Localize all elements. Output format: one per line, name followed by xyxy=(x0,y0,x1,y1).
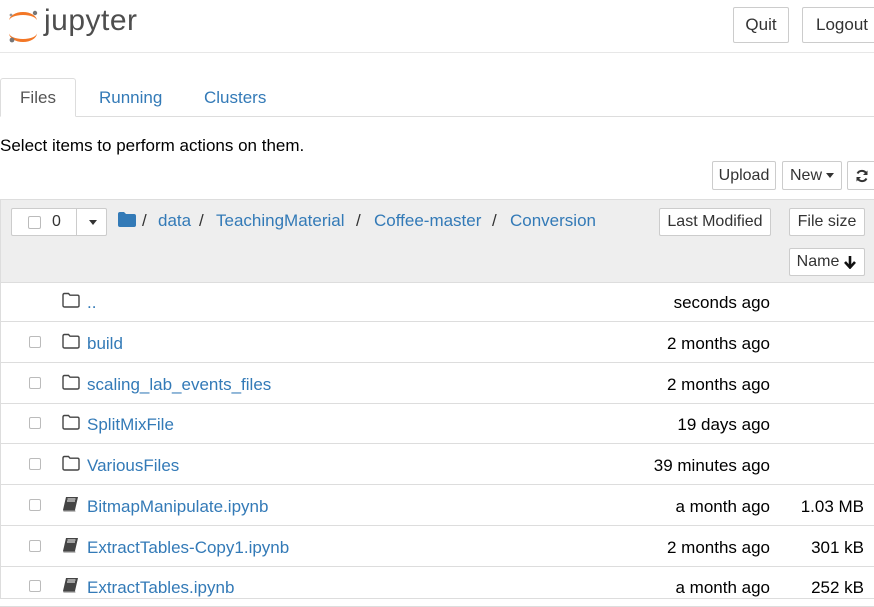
selected-count: 0 xyxy=(52,213,61,230)
upload-button[interactable]: Upload xyxy=(712,161,776,190)
item-name-link[interactable]: .. xyxy=(87,293,96,313)
item-name-link[interactable]: VariousFiles xyxy=(87,456,179,476)
quit-button[interactable]: Quit xyxy=(733,7,789,43)
chevron-down-icon xyxy=(89,219,97,225)
breadcrumb-coffee-master[interactable]: Coffee-master xyxy=(374,211,481,231)
select-dropdown-button[interactable] xyxy=(76,208,109,236)
item-checkbox[interactable] xyxy=(29,498,41,511)
folder-icon xyxy=(62,333,80,349)
list-item[interactable]: SplitMixFile 19 days ago xyxy=(0,404,874,445)
item-last-modified: a month ago xyxy=(675,496,770,516)
item-name-link[interactable]: BitmapManipulate.ipynb xyxy=(87,497,268,517)
item-last-modified: 39 minutes ago xyxy=(653,456,770,475)
tab-clusters-label: Clusters xyxy=(204,87,267,107)
tab-running[interactable]: Running xyxy=(79,78,182,117)
sort-name-button[interactable]: Name xyxy=(789,248,865,276)
tab-files[interactable]: Files xyxy=(0,78,76,117)
item-last-modified: a month ago xyxy=(675,578,770,598)
breadcrumb-separator: / xyxy=(199,211,204,230)
breadcrumb-conversion[interactable]: Conversion xyxy=(510,211,596,231)
folder-icon xyxy=(62,455,80,471)
breadcrumb-separator: / xyxy=(142,211,147,230)
new-dropdown-button[interactable]: New xyxy=(782,161,842,190)
refresh-icon xyxy=(856,169,868,182)
item-name-link[interactable]: build xyxy=(87,334,123,354)
item-file-size: 252 kB xyxy=(811,578,864,598)
list-item[interactable]: ExtractTables-Copy1.ipynb 2 months ago 301… xyxy=(0,527,874,567)
arrow-down-icon xyxy=(844,256,857,269)
logout-button[interactable]: Logout xyxy=(802,7,874,43)
item-name-link[interactable]: scaling_lab_events_files xyxy=(87,375,271,395)
folder-root-icon[interactable] xyxy=(118,212,136,227)
item-checkbox[interactable] xyxy=(29,580,41,593)
list-item[interactable]: VariousFiles 39 minutes ago xyxy=(0,445,874,485)
sort-name-label: Name xyxy=(796,253,840,270)
item-checkbox[interactable] xyxy=(29,417,41,430)
item-last-modified: 2 months ago xyxy=(666,333,770,353)
refresh-button[interactable] xyxy=(847,161,874,190)
tab-clusters[interactable]: Clusters xyxy=(184,78,286,117)
folder-icon xyxy=(62,414,80,430)
item-checkbox[interactable] xyxy=(29,335,41,348)
item-file-size: 1.03 MB xyxy=(800,496,864,516)
tab-bar-divider xyxy=(0,116,874,117)
list-item[interactable]: ExtractTables.ipynb a month ago 252 kB xyxy=(0,567,874,607)
file-list-header: 0 / data / TeachingMaterial / Coffee-mas… xyxy=(1,200,874,283)
new-label: New xyxy=(789,166,822,184)
breadcrumb-separator: / xyxy=(492,211,497,230)
sort-file-size-button[interactable]: File size xyxy=(789,208,865,236)
item-file-size: 301 kB xyxy=(811,537,864,557)
breadcrumb-data[interactable]: data xyxy=(158,211,191,231)
item-name-link[interactable]: ExtractTables.ipynb xyxy=(87,578,234,598)
item-checkbox[interactable] xyxy=(29,458,41,470)
tab-running-label: Running xyxy=(99,87,163,107)
list-item[interactable]: BitmapManipulate.ipynb a month ago 1.03 MB xyxy=(0,486,874,526)
item-last-modified: seconds ago xyxy=(673,293,770,312)
item-checkbox[interactable] xyxy=(29,376,41,389)
item-last-modified: 2 months ago xyxy=(666,374,770,394)
folder-icon xyxy=(62,374,80,390)
select-all-group: 0 xyxy=(11,208,107,236)
jupyter-logo-text: jupyter xyxy=(44,4,138,37)
item-last-modified: 19 days ago xyxy=(677,415,770,435)
list-item[interactable]: scaling_lab_events_files 2 months ago xyxy=(0,364,874,404)
breadcrumb-separator: / xyxy=(356,211,361,230)
item-last-modified: 2 months ago xyxy=(666,537,770,557)
instructions-text: Select items to perform actions on them. xyxy=(0,136,305,155)
jupyter-logo-icon xyxy=(9,10,38,43)
select-all-checkbox[interactable] xyxy=(28,216,41,229)
item-name-link[interactable]: ExtractTables-Copy1.ipynb xyxy=(87,538,289,558)
list-item[interactable]: build 2 months ago xyxy=(0,323,874,363)
tab-files-label: Files xyxy=(20,87,56,107)
notebook-icon xyxy=(62,577,80,593)
notebook-icon xyxy=(62,537,80,553)
chevron-down-icon xyxy=(826,173,834,178)
list-item[interactable]: .. seconds ago xyxy=(0,282,874,322)
folder-icon xyxy=(62,292,80,308)
item-checkbox[interactable] xyxy=(29,539,41,552)
sort-last-modified-button[interactable]: Last Modified xyxy=(659,208,771,236)
breadcrumb-teachingmaterial[interactable]: TeachingMaterial xyxy=(216,211,345,231)
top-header: jupyter Quit Logout xyxy=(0,0,874,53)
item-name-link[interactable]: SplitMixFile xyxy=(87,415,174,435)
notebook-icon xyxy=(62,496,80,512)
